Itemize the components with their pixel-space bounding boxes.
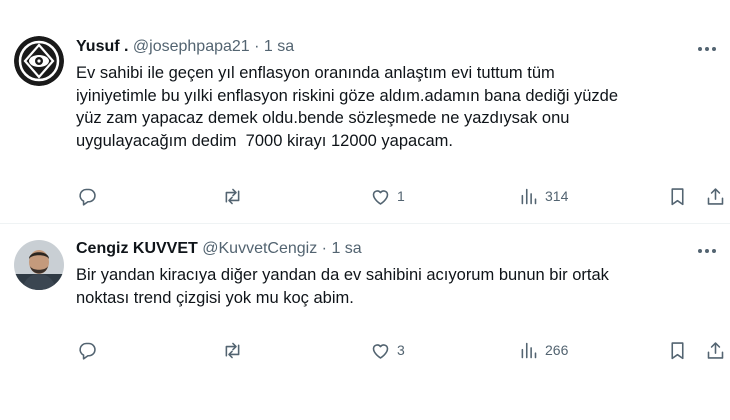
- bookmark-icon: [671, 341, 684, 359]
- more-options-button[interactable]: [696, 38, 718, 60]
- author-name[interactable]: Yusuf .: [76, 38, 128, 55]
- like-count: 1: [397, 188, 405, 204]
- tweet-text-line: uygulayacağım dedim 7000 kirayı 12000 ya…: [76, 131, 453, 150]
- tweet-text-line: Ev sahibi ile geçen yıl enflasyon oranın…: [76, 64, 555, 82]
- tweet-header: Yusuf . @josephpapa21 · 1 sa: [76, 37, 294, 57]
- author-handle[interactable]: @josephpapa21: [133, 38, 250, 55]
- share-button[interactable]: [705, 338, 726, 362]
- avatar[interactable]: [14, 36, 64, 86]
- retweet-button[interactable]: [222, 338, 249, 362]
- timestamp[interactable]: 1 sa: [264, 38, 294, 55]
- heart-icon: [372, 189, 389, 205]
- avatar[interactable]: [14, 240, 64, 290]
- more-options-button[interactable]: [696, 240, 718, 262]
- separator-dot: ·: [321, 240, 327, 257]
- tweet-text: Ev sahibi ile geçen yıl enflasyon oranın…: [76, 62, 696, 152]
- share-button[interactable]: [705, 184, 726, 208]
- bookmark-icon: [671, 187, 684, 205]
- tweet-text-line: iyiniyetimle bu yılki enflasyon riskini …: [76, 86, 619, 105]
- bookmark-button[interactable]: [667, 184, 688, 208]
- heart-icon: [372, 343, 389, 359]
- reply-button[interactable]: [77, 338, 104, 362]
- retweet-icon: [225, 188, 240, 204]
- like-button[interactable]: 1: [370, 184, 405, 208]
- reply-button[interactable]: [77, 184, 104, 208]
- more-horizontal-icon: [698, 249, 716, 253]
- bookmark-button[interactable]: [667, 338, 688, 362]
- share-icon: [707, 341, 724, 359]
- view-count: 314: [545, 188, 569, 204]
- tweet-text-line: Bir yandan kiracıya diğer yandan da ev s…: [76, 266, 609, 284]
- tweet-text-line: noktası trend çizgisi yok mu koç abim.: [76, 288, 354, 307]
- author-name[interactable]: Cengiz KUVVET: [76, 240, 198, 257]
- views-button[interactable]: 314: [518, 184, 568, 208]
- tweet-text-line: yüz zam yapacaz demek oldu.bende sözleşm…: [76, 109, 570, 127]
- retweet-button[interactable]: [222, 184, 249, 208]
- separator-dot: ·: [254, 38, 260, 55]
- reply-icon: [79, 342, 96, 360]
- author-handle[interactable]: @KuvvetCengiz: [202, 240, 317, 257]
- retweet-icon: [225, 342, 240, 358]
- tweet[interactable]: Yusuf . @josephpapa21 · 1 sa Ev sahibi i…: [0, 0, 730, 224]
- share-icon: [707, 187, 724, 205]
- timestamp[interactable]: 1 sa: [331, 240, 361, 257]
- like-button[interactable]: 3: [370, 338, 405, 362]
- tweet-header: Cengiz KUVVET @KuvvetCengiz · 1 sa: [76, 239, 362, 259]
- view-count: 266: [545, 342, 569, 358]
- views-button[interactable]: 266: [518, 338, 568, 362]
- views-chart-icon: [521, 342, 537, 358]
- more-horizontal-icon: [698, 47, 716, 51]
- tweet[interactable]: Cengiz KUVVET @KuvvetCengiz · 1 sa Bir y…: [0, 224, 730, 420]
- reply-icon: [79, 188, 96, 206]
- tweet-text: Bir yandan kiracıya diğer yandan da ev s…: [76, 264, 696, 309]
- tweet-actions: 3 266: [0, 338, 730, 362]
- views-chart-icon: [521, 188, 537, 204]
- like-count: 3: [397, 342, 405, 358]
- tweet-actions: 1 314: [0, 184, 730, 208]
